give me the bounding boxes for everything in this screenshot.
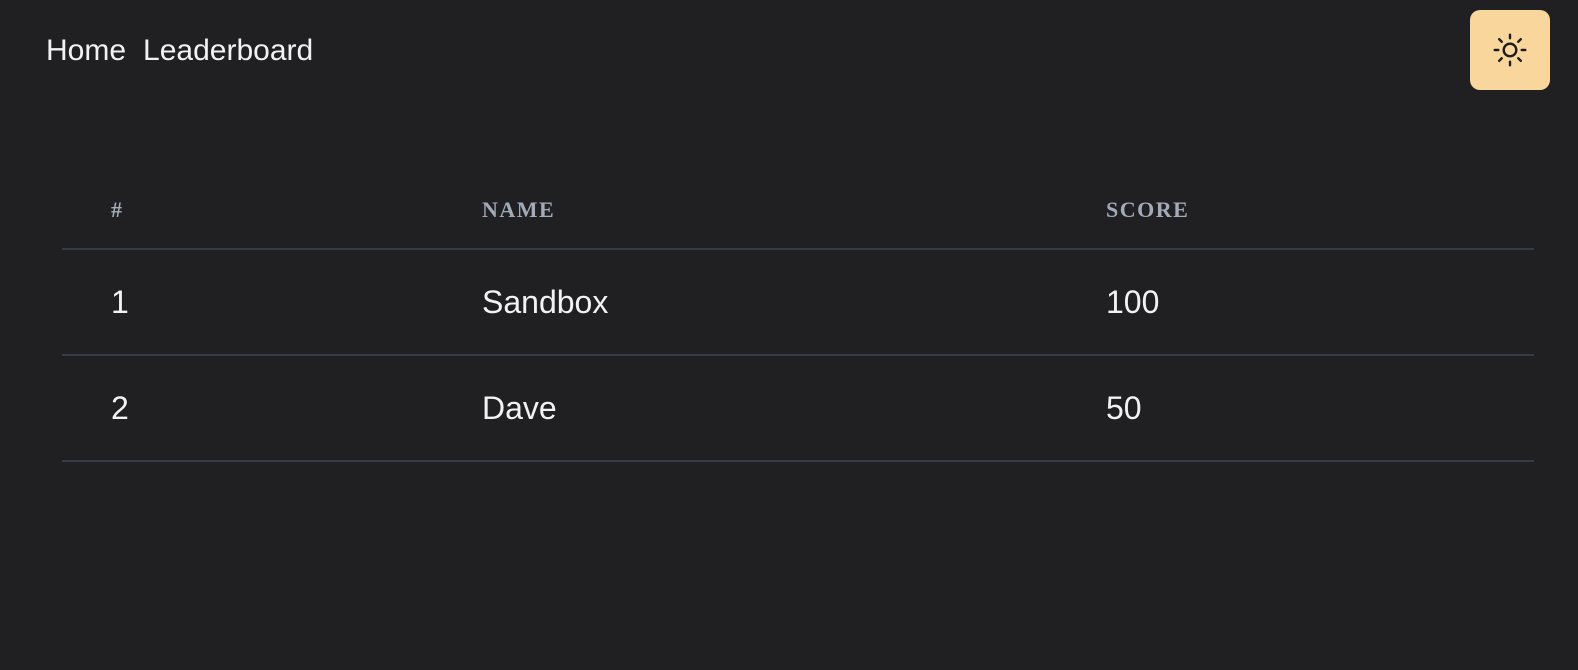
column-header-name: NAME — [482, 172, 1106, 250]
rank-cell: 2 — [62, 355, 482, 462]
score-cell: 50 — [1106, 355, 1534, 462]
table-row: 1 Sandbox 100 — [62, 249, 1534, 356]
score-cell: 100 — [1106, 249, 1534, 356]
leaderboard-table-container: # NAME SCORE 1 Sandbox 100 2 Dave 50 — [62, 172, 1534, 462]
table-header-row: # NAME SCORE — [62, 172, 1534, 250]
sun-icon — [1493, 33, 1527, 67]
column-header-score: SCORE — [1106, 172, 1534, 250]
leaderboard-table: # NAME SCORE 1 Sandbox 100 2 Dave 50 — [62, 172, 1534, 462]
nav-link-home[interactable]: Home — [46, 31, 126, 71]
top-nav-bar: Home Leaderboard — [0, 0, 1578, 100]
name-cell: Dave — [482, 355, 1106, 462]
rank-cell: 1 — [62, 249, 482, 356]
nav-link-leaderboard[interactable]: Leaderboard — [143, 31, 313, 71]
theme-toggle-button[interactable] — [1470, 10, 1550, 90]
main-nav: Home Leaderboard — [46, 31, 313, 71]
column-header-rank: # — [62, 172, 482, 250]
table-row: 2 Dave 50 — [62, 355, 1534, 462]
name-cell: Sandbox — [482, 249, 1106, 356]
